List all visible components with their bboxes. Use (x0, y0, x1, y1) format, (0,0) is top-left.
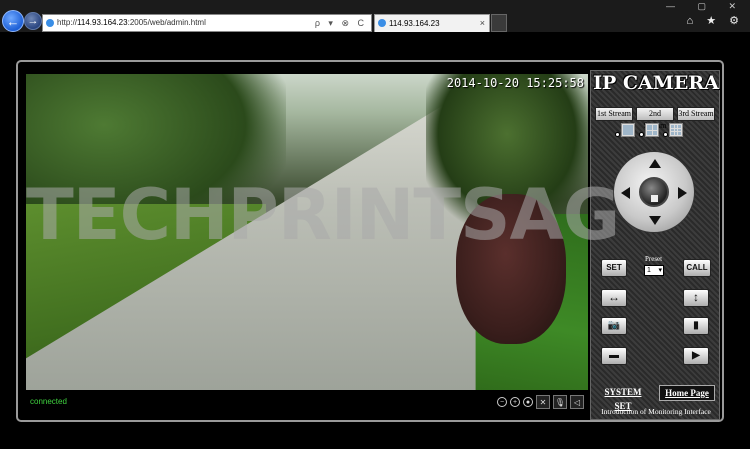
address-protocol: http:// (57, 18, 78, 27)
forward-button[interactable]: → (24, 12, 42, 30)
film-icon: ▬ (609, 350, 619, 361)
camera-video-feed[interactable]: 2014-10-20 15:25:58 (26, 74, 588, 390)
viewer-frame: 2014-10-20 15:25:58 connected − + ● ✕ 🎙 … (16, 60, 724, 422)
ptz-down-icon[interactable] (649, 216, 661, 225)
tab-active[interactable]: 114.93.164.23 × (374, 14, 490, 32)
zoom-out-icon[interactable]: − (497, 397, 507, 407)
layout-1-radio[interactable] (615, 132, 620, 137)
video-timestamp: 2014-10-20 15:25:58 (446, 76, 584, 90)
control-panel: IP CAMERA 1st Stream 2nd Stream 3rd Stre… (590, 70, 720, 420)
window-controls-glyphs[interactable]: — ▢ ✕ (666, 1, 746, 11)
film-strip-icon: ▮ (693, 320, 699, 331)
video-tools: − + ● ✕ 🎙 ◁ (497, 395, 584, 409)
vertical-scan-button[interactable]: ↕ (683, 289, 709, 307)
address-path: :2005/web/admin.html (127, 18, 206, 27)
browser-tools[interactable]: ⌂ ★ ⚙ (687, 14, 744, 27)
speaker-icon[interactable]: ◁ (570, 395, 584, 409)
preset-select[interactable]: 1 (644, 265, 664, 276)
preset-set-button[interactable]: SET (601, 259, 627, 277)
preset-label: Preset (645, 255, 663, 263)
horizontal-arrows-icon: ↔ (608, 290, 620, 304)
layout-selector (615, 123, 683, 137)
window-controls[interactable]: — ▢ ✕ (666, 1, 746, 12)
ie-favicon-icon (46, 19, 54, 27)
address-host: 114.93.164.23 (77, 18, 128, 27)
flip-button[interactable]: ▮ (683, 317, 709, 335)
tools-icon[interactable]: ✕ (536, 395, 550, 409)
connection-status: connected (30, 397, 67, 406)
playback-button[interactable]: ▶ (683, 347, 709, 365)
layout-1-option[interactable] (615, 123, 635, 137)
panel-title: IP CAMERA (593, 72, 719, 94)
layout-4-radio[interactable] (639, 132, 644, 137)
preset-call-button[interactable]: CALL (683, 259, 711, 277)
system-set-link[interactable]: SYSTEM SET (595, 385, 651, 411)
snapshot-button[interactable]: 📷 (601, 317, 627, 335)
single-view-icon (621, 123, 635, 137)
horizontal-scan-button[interactable]: ↔ (601, 289, 627, 307)
home-page-link[interactable]: Home Page (659, 385, 715, 401)
tab-favicon-icon (378, 19, 386, 27)
new-tab-button[interactable] (491, 14, 507, 32)
play-icon: ▶ (692, 350, 700, 361)
tab-title: 114.93.164.23 (389, 19, 440, 28)
video-status-bar: connected − + ● ✕ 🎙 ◁ (26, 392, 588, 414)
shrub (456, 194, 566, 344)
back-arrow-icon: ← (6, 13, 20, 29)
ptz-left-icon[interactable] (621, 187, 630, 199)
stream-2-button[interactable]: 2nd Stream (636, 107, 674, 130)
intro-caption: Introduction of Monitoring Interface (601, 407, 711, 416)
browser-toolbar: ← → http://114.93.164.23:2005/web/admin.… (0, 0, 750, 32)
forward-arrow-icon: → (27, 15, 39, 27)
tab-close-icon[interactable]: × (480, 15, 485, 32)
home-favorites-settings-icons[interactable]: ⌂ ★ ⚙ (687, 15, 744, 27)
address-tools[interactable]: ρ ▾ ⊗ C (315, 15, 367, 31)
layout-4-option[interactable] (639, 123, 659, 137)
address-bar[interactable]: http://114.93.164.23:2005/web/admin.html… (42, 14, 372, 32)
mic-mute-icon[interactable]: 🎙 (553, 395, 567, 409)
ptz-control (613, 151, 695, 233)
stream-1-button[interactable]: 1st Stream (595, 107, 633, 121)
quad-view-icon (645, 123, 659, 137)
ptz-up-icon[interactable] (649, 159, 661, 168)
layout-9-radio[interactable] (663, 132, 668, 137)
record-button[interactable]: ▬ (601, 347, 627, 365)
back-button[interactable]: ← (2, 10, 24, 32)
layout-9-option[interactable] (663, 123, 683, 137)
ptz-center-stop-button[interactable] (639, 177, 669, 207)
record-icon[interactable]: ● (523, 397, 533, 407)
nine-view-icon (669, 123, 683, 137)
stream-3-button[interactable]: 3rd Stream (677, 107, 715, 121)
ptz-right-icon[interactable] (678, 187, 687, 199)
vertical-arrows-icon: ↕ (693, 290, 699, 304)
zoom-in-icon[interactable]: + (510, 397, 520, 407)
camera-icon: 📷 (607, 320, 621, 331)
